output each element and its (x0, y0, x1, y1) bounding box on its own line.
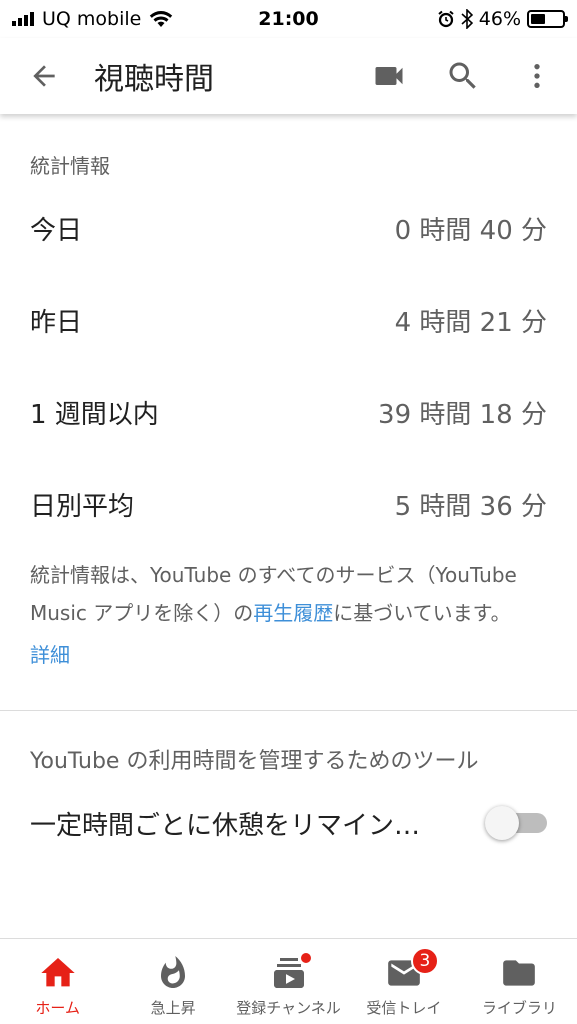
app-bar: 視聴時間 (0, 38, 577, 114)
battery-percent: 46% (478, 8, 521, 30)
stat-value: 0 時間 40 分 (394, 215, 547, 246)
bottom-navigation: ホーム 急上昇 登録チャンネル 3 受信トレイ ライブラリ (0, 938, 577, 1024)
stats-section-title: 統計情報 (30, 154, 110, 178)
search-button[interactable] (441, 54, 485, 98)
wifi-icon (150, 11, 173, 27)
back-button[interactable] (22, 54, 66, 98)
watch-history-link[interactable]: 再生履歴 (253, 601, 333, 625)
stat-value: 4 時間 21 分 (394, 307, 547, 338)
nav-label: 登録チャンネル (236, 999, 341, 1017)
page-title: 視聴時間 (94, 62, 214, 97)
nav-label: ライブラリ (481, 999, 557, 1017)
new-content-dot (298, 951, 313, 965)
nav-item-home[interactable]: ホーム (0, 939, 115, 1024)
tools-section-title: YouTube の利用時間を管理するためのツール (30, 749, 479, 774)
carrier-name: UQ mobile (42, 8, 142, 30)
status-bar: UQ mobile 21:00 46% (0, 0, 577, 38)
nav-label: ホーム (35, 999, 80, 1017)
more-vert-icon (534, 64, 540, 88)
alarm-icon (438, 10, 454, 28)
break-reminder-label: 一定時間ごとに休憩をリマイン… (30, 810, 421, 841)
nav-item-library[interactable]: ライブラリ (462, 939, 577, 1024)
watch-time-content: 統計情報 今日 0 時間 40 分 昨日 4 時間 21 分 1 週間以内 39… (0, 114, 577, 853)
stat-label: 日別平均 (30, 491, 135, 522)
nav-label: 受信トレイ (366, 999, 442, 1017)
stat-row-daily-average: 日別平均 5 時間 36 分 (0, 458, 577, 550)
nav-item-trending[interactable]: 急上昇 (115, 939, 230, 1024)
more-options-button[interactable] (515, 54, 559, 98)
note-text-after: に基づいています。 (333, 601, 511, 625)
bluetooth-icon (461, 9, 473, 29)
back-arrow-icon (33, 65, 55, 87)
video-camera-icon (375, 67, 403, 85)
break-reminder-toggle[interactable] (485, 806, 547, 840)
cellular-signal-icon (12, 12, 34, 26)
stat-row-yesterday: 昨日 4 時間 21 分 (0, 274, 577, 366)
nav-item-inbox[interactable]: 3 受信トレイ (346, 939, 461, 1024)
folder-icon (503, 960, 536, 986)
stats-note: 統計情報は、YouTube のすべてのサービス（YouTube Music アプ… (0, 550, 577, 632)
stat-row-today: 今日 0 時間 40 分 (0, 182, 577, 274)
flame-icon (161, 956, 186, 988)
battery-icon (527, 10, 568, 28)
stat-label: 昨日 (30, 307, 83, 338)
nav-label: 急上昇 (150, 999, 196, 1017)
search-icon (449, 62, 476, 89)
stat-value: 39 時間 18 分 (378, 399, 547, 430)
stat-value: 5 時間 36 分 (394, 491, 547, 522)
break-reminder-row[interactable]: 一定時間ごとに休憩をリマイン… (0, 793, 577, 853)
nav-item-subscriptions[interactable]: 登録チャンネル (231, 939, 346, 1024)
stat-label: 1 週間以内 (30, 399, 159, 430)
home-icon (41, 958, 75, 987)
details-link[interactable]: 詳細 (0, 632, 577, 680)
stat-row-week: 1 週間以内 39 時間 18 分 (0, 366, 577, 458)
notification-badge: 3 (410, 947, 439, 975)
stat-label: 今日 (30, 215, 83, 246)
upload-video-button[interactable] (367, 54, 411, 98)
